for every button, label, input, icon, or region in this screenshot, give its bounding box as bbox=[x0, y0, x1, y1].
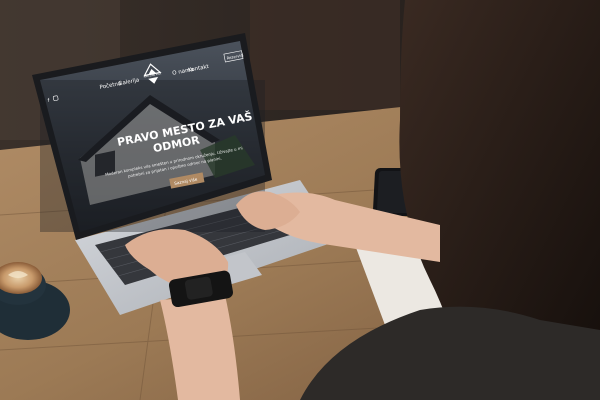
scene-svg: Početna Galerija O nama Kontakt Rezerviš… bbox=[0, 0, 600, 400]
background-chair bbox=[250, 0, 400, 110]
hero-overlay bbox=[40, 80, 265, 232]
photo-scene: Početna Galerija O nama Kontakt Rezerviš… bbox=[0, 0, 600, 400]
